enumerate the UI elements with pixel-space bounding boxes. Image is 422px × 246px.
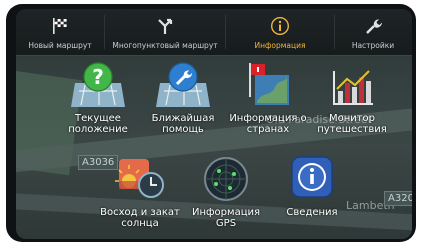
- menu-item-nearest-help[interactable]: Ближайшая помощь: [143, 61, 223, 135]
- top-menu-bar: Новый маршрут Многопунктовый маршрут Инф…: [16, 9, 412, 56]
- menu-item-label: Сведения: [286, 207, 338, 218]
- wrench-icon: [362, 15, 384, 37]
- menu-item-gps-info[interactable]: Информация GPS: [186, 155, 266, 229]
- menu-item-label: Информация о странах: [229, 113, 307, 135]
- menu-item-label: Восход и закат солнца: [100, 207, 180, 229]
- menu-item-trip-monitor[interactable]: Монитор путешествия: [312, 61, 392, 135]
- nearest-help-icon: [156, 61, 210, 109]
- menu-item-label: Монитор путешествия: [317, 113, 387, 135]
- checkered-flag-icon: [49, 15, 71, 37]
- tab-label: Новый маршрут: [28, 41, 92, 50]
- tab-multi-route[interactable]: Многопунктовый маршрут: [105, 9, 225, 55]
- current-position-icon: ?: [71, 61, 125, 109]
- tab-information[interactable]: Информация: [226, 9, 334, 55]
- menu-item-label: Ближайшая помощь: [151, 113, 215, 135]
- info-circle-icon: [269, 15, 291, 37]
- menu-item-current-position[interactable]: ? Текущее положение: [58, 61, 138, 135]
- map-road-code: A3203: [384, 191, 412, 206]
- multi-route-icon: [154, 15, 176, 37]
- menu-item-sunrise-sunset[interactable]: Восход и закат солнца: [100, 155, 180, 229]
- menu-item-country-info[interactable]: Информация о странах: [228, 61, 308, 135]
- tab-label: Настройки: [351, 41, 395, 50]
- device-frame: Old Paradise Street Lambeth A3036 A3203: [6, 4, 416, 242]
- sunrise-sunset-icon: [113, 155, 167, 203]
- country-info-icon: [241, 61, 295, 109]
- about-info-icon: [285, 155, 339, 203]
- navigation-screen: Old Paradise Street Lambeth A3036 A3203: [16, 9, 412, 239]
- trip-monitor-icon: [325, 61, 379, 109]
- gps-info-icon: [199, 155, 253, 203]
- menu-item-about[interactable]: Сведения: [272, 155, 352, 218]
- tab-new-route[interactable]: Новый маршрут: [16, 9, 104, 55]
- svg-text:?: ?: [92, 65, 104, 89]
- menu-item-label: Текущее положение: [68, 113, 128, 135]
- tab-label: Многопунктовый маршрут: [112, 41, 218, 50]
- menu-item-label: Информация GPS: [191, 207, 261, 229]
- tab-settings[interactable]: Настройки: [335, 9, 411, 55]
- tab-label: Информация: [254, 41, 306, 50]
